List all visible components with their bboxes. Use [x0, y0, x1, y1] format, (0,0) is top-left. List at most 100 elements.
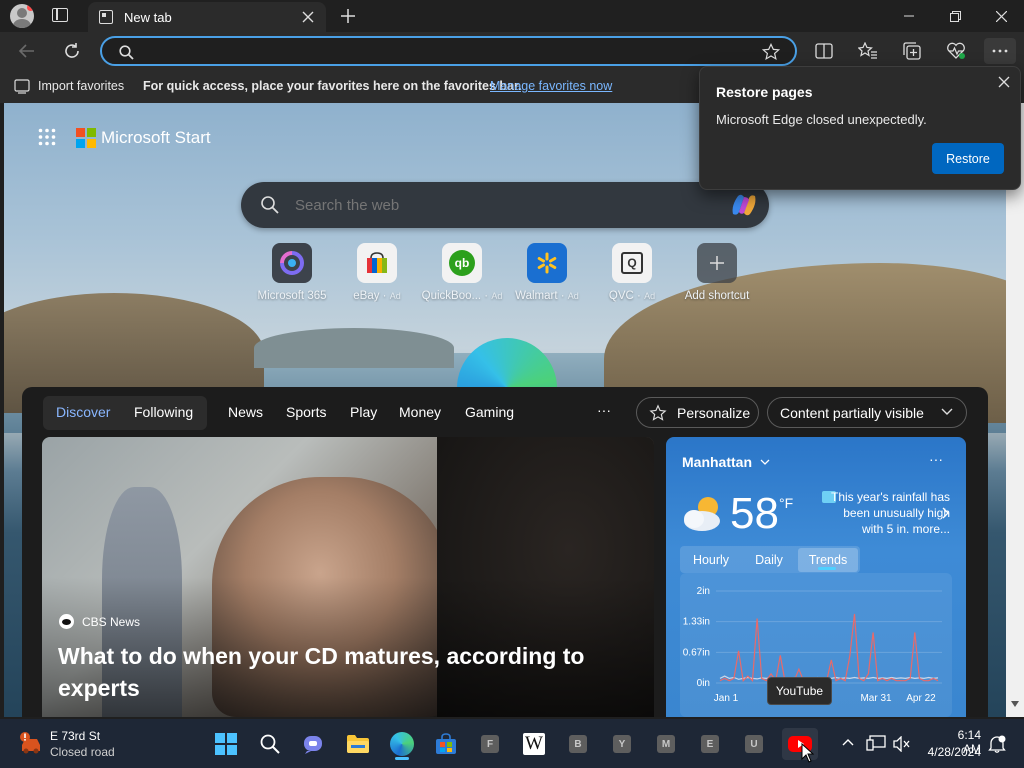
tile-quickbooks[interactable]: qb QuickBoo... · Ad	[419, 243, 505, 302]
ad-label: Ad	[491, 291, 503, 301]
nav-play[interactable]: Play	[350, 404, 377, 420]
tile-label: Add shortcut	[684, 290, 750, 302]
taskbar-search-button[interactable]	[254, 728, 286, 760]
import-favorites-button[interactable]: Import favorites	[38, 79, 124, 93]
favorites-button[interactable]	[854, 38, 882, 64]
taskbar-app-b[interactable]: B	[562, 728, 594, 760]
more-icon	[992, 49, 1008, 53]
close-tab-icon[interactable]	[302, 11, 314, 23]
nav-gaming[interactable]: Gaming	[465, 404, 514, 420]
taskbar-app-u[interactable]: U	[738, 728, 770, 760]
alert-chevron-icon[interactable]	[942, 507, 949, 519]
nav-news[interactable]: News	[228, 404, 263, 420]
traffic-status: Closed road	[50, 745, 115, 759]
traffic-widget[interactable]: E 73rd St Closed road	[14, 727, 154, 761]
app-launcher-icon[interactable]	[38, 128, 56, 146]
weather-more-button[interactable]: ···	[929, 451, 943, 467]
tile-walmart[interactable]: Walmart · Ad	[504, 243, 590, 302]
taskbar: E 73rd St Closed road F W B Y M E U 6:14…	[0, 719, 1024, 768]
start-button[interactable]	[210, 728, 242, 760]
clock-date[interactable]: 4/28/2024	[921, 745, 981, 759]
copilot-icon[interactable]	[729, 192, 759, 218]
taskbar-app-y[interactable]: Y	[606, 728, 638, 760]
browser-essentials-button[interactable]	[942, 38, 970, 64]
sparkle-star-icon	[649, 403, 667, 421]
tab-actions-icon[interactable]	[52, 8, 68, 22]
web-search-box[interactable]	[241, 182, 769, 228]
taskbar-app-f[interactable]: F	[474, 728, 506, 760]
volume-muted-icon[interactable]	[893, 736, 911, 752]
app-b-icon: B	[569, 735, 587, 753]
manage-favorites-link[interactable]: Manage favorites now	[490, 79, 612, 93]
import-icon	[14, 79, 30, 94]
tab-title: New tab	[124, 10, 172, 25]
hero-article-card[interactable]: CBS News What to do when your CD matures…	[42, 437, 654, 717]
store-button[interactable]	[430, 728, 462, 760]
tab-new-tab[interactable]: New tab	[88, 2, 326, 32]
weather-unit[interactable]: °F	[779, 495, 793, 511]
brand-title[interactable]: Microsoft Start	[101, 128, 211, 148]
nav-money[interactable]: Money	[399, 404, 441, 420]
partly-cloudy-icon	[684, 497, 720, 531]
weather-location[interactable]: Manhattan	[682, 454, 752, 470]
page-scrollbar[interactable]	[1006, 103, 1024, 717]
close-window-button[interactable]	[978, 0, 1024, 32]
tile-microsoft365[interactable]: Microsoft 365	[249, 243, 335, 302]
y-tick-label: 0.67in	[683, 647, 710, 658]
personalize-button[interactable]: Personalize	[636, 397, 759, 428]
tile-qvc[interactable]: Q QVC · Ad	[589, 243, 675, 302]
nav-sports[interactable]: Sports	[286, 404, 326, 420]
car-alert-icon	[20, 732, 40, 754]
weather-alert[interactable]: This year's rainfall has been unusually …	[826, 489, 950, 537]
scroll-down-arrow-icon[interactable]	[1011, 701, 1019, 707]
close-icon[interactable]	[998, 76, 1010, 88]
discover-tab[interactable]: Discover	[56, 404, 110, 420]
teams-chat-button[interactable]	[298, 728, 330, 760]
weather-card[interactable]: Manhattan ··· 58 °F This year's rainfall…	[666, 437, 966, 717]
profile-avatar[interactable]	[10, 4, 34, 28]
address-input[interactable]	[142, 41, 742, 61]
file-explorer-button[interactable]	[342, 728, 374, 760]
new-tab-icon[interactable]	[340, 8, 356, 24]
collections-button[interactable]	[898, 38, 926, 64]
favorites-icon	[858, 42, 877, 59]
restore-button[interactable]: Restore	[932, 143, 1004, 174]
following-tab[interactable]: Following	[134, 404, 193, 420]
tab-hourly[interactable]: Hourly	[682, 548, 740, 572]
notification-bell-icon[interactable]	[988, 735, 1006, 753]
m365-icon	[280, 251, 304, 275]
tile-ebay[interactable]: eBay · Ad	[334, 243, 420, 302]
tile-label: QuickBoo...	[421, 290, 482, 302]
web-search-input[interactable]	[295, 194, 715, 216]
toolbar	[0, 32, 1024, 70]
network-icon[interactable]	[866, 735, 886, 751]
address-bar[interactable]	[100, 36, 797, 66]
split-screen-button[interactable]	[810, 38, 838, 64]
y-tick-label: 1.33in	[683, 617, 710, 628]
rainfall-series-line	[719, 613, 939, 683]
taskbar-app-m[interactable]: M	[650, 728, 682, 760]
taskbar-app-e[interactable]: E	[694, 728, 726, 760]
x-tick-label: Apr 22	[906, 693, 936, 704]
tile-add-shortcut[interactable]: Add shortcut	[674, 243, 760, 302]
nav-more-button[interactable]: ···	[597, 402, 611, 418]
search-icon	[260, 734, 280, 754]
microsoft-logo-icon	[76, 128, 96, 148]
refresh-icon[interactable]	[63, 42, 81, 60]
location-chevron-icon[interactable]	[760, 459, 770, 466]
minimize-button[interactable]	[886, 0, 932, 32]
store-icon	[436, 733, 456, 754]
show-hidden-icons-icon[interactable]	[842, 738, 854, 746]
app-m-icon: M	[657, 735, 675, 753]
edge-taskbar-button[interactable]	[386, 728, 418, 760]
tab-daily[interactable]: Daily	[740, 548, 798, 572]
settings-more-button[interactable]	[984, 38, 1016, 64]
wikipedia-button[interactable]: W	[518, 728, 550, 760]
star-favorite-icon[interactable]	[762, 43, 780, 61]
content-filter-dropdown[interactable]: Content partially visible	[767, 397, 967, 428]
article-headline[interactable]: What to do when your CD matures, accordi…	[58, 640, 618, 704]
tile-label: Microsoft 365	[257, 290, 327, 302]
restore-window-button[interactable]	[932, 0, 978, 32]
back-icon[interactable]	[18, 42, 36, 60]
folder-icon	[347, 735, 369, 753]
